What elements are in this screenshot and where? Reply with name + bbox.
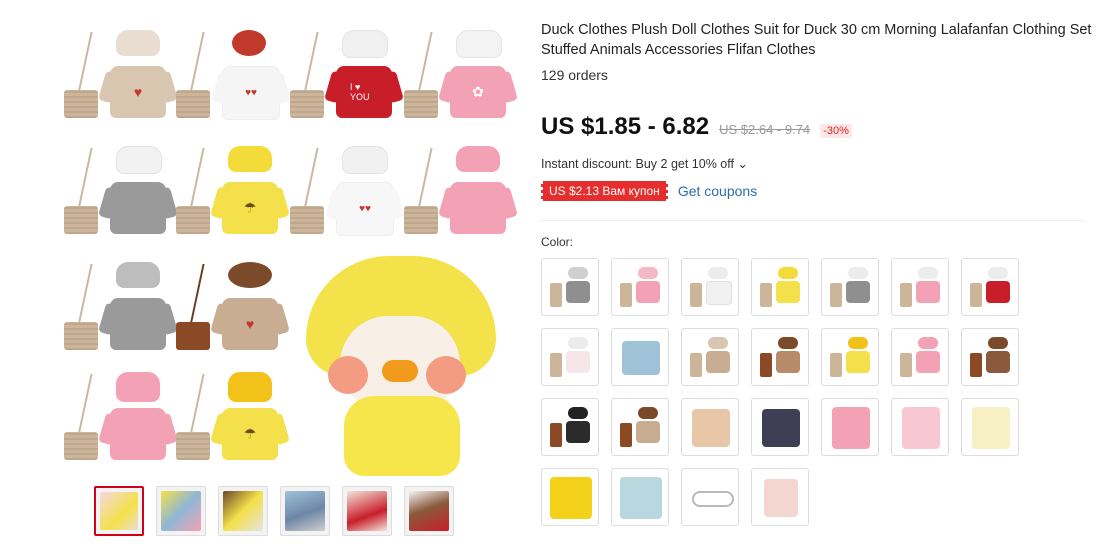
- color-swatch[interactable]: [961, 328, 1019, 386]
- outfit-sheep-red-sweater: I ♥ YOU: [286, 26, 394, 126]
- outfit-yellow-umbrella: ☂: [172, 142, 280, 242]
- main-product-image[interactable]: ♥ ♥♥ I ♥ YOU ✿ ☂ ♥♥ ♥ ☂: [40, 18, 510, 476]
- order-count: 129 orders: [541, 67, 608, 83]
- color-swatch[interactable]: [891, 398, 949, 456]
- discount-badge: -30%: [820, 124, 852, 138]
- outfit-gray-headband-gray: [60, 258, 168, 358]
- color-swatch[interactable]: [751, 258, 809, 316]
- color-swatch[interactable]: [681, 398, 739, 456]
- duck-plush-doll: [298, 256, 510, 476]
- thumbnail-5[interactable]: [342, 486, 392, 536]
- outfit-pink-bucket-hat: [60, 368, 168, 468]
- color-swatch[interactable]: [541, 398, 599, 456]
- color-swatch[interactable]: [821, 258, 879, 316]
- product-title: Duck Clothes Plush Doll Clothes Suit for…: [541, 22, 1092, 58]
- current-price: US $1.85 - 6.82: [541, 113, 710, 140]
- color-swatch[interactable]: [751, 468, 809, 526]
- price-row: US $1.85 - 6.82 US $2.64 - 9.74 -30%: [541, 113, 852, 141]
- color-swatch[interactable]: [541, 258, 599, 316]
- outfit-bunny-pink: [400, 142, 508, 242]
- thumbnail-4[interactable]: [280, 486, 330, 536]
- color-swatch[interactable]: [541, 328, 599, 386]
- outfit-bunny-gray-sweater: [60, 142, 168, 242]
- thumbnail-2[interactable]: [156, 486, 206, 536]
- coupon-badge[interactable]: US $2.13 Вам купон: [539, 181, 670, 201]
- color-label: Color:: [541, 235, 574, 249]
- original-price: US $2.64 - 9.74: [719, 122, 811, 137]
- color-swatch[interactable]: [751, 398, 809, 456]
- color-swatch[interactable]: [611, 468, 669, 526]
- color-swatch[interactable]: [751, 328, 809, 386]
- outfit-antler-brown: ♥: [172, 258, 280, 358]
- outfit-bear-headband-heart: ♥: [60, 26, 168, 126]
- color-swatch[interactable]: [681, 328, 739, 386]
- get-coupons-link[interactable]: Get coupons: [678, 183, 757, 199]
- outfit-sheep-pink-sweater: ✿: [400, 26, 508, 126]
- color-swatch[interactable]: [611, 398, 669, 456]
- outfit-bunny-white-sweater: ♥♥: [286, 142, 394, 242]
- coupon-row: US $2.13 Вам купон Get coupons: [539, 181, 757, 201]
- thumbnail-3[interactable]: [218, 486, 268, 536]
- color-swatch[interactable]: [961, 398, 1019, 456]
- thumbnail-1[interactable]: [94, 486, 144, 536]
- color-swatch[interactable]: [891, 328, 949, 386]
- color-swatch[interactable]: [541, 468, 599, 526]
- color-swatch[interactable]: [891, 258, 949, 316]
- color-swatch[interactable]: [961, 258, 1019, 316]
- color-swatch[interactable]: [821, 328, 879, 386]
- color-swatch[interactable]: [821, 398, 879, 456]
- thumbnail-strip: [94, 486, 454, 536]
- color-swatch[interactable]: [611, 328, 669, 386]
- color-swatch[interactable]: [681, 258, 739, 316]
- instant-discount-toggle[interactable]: Instant discount: Buy 2 get 10% off ⌄: [541, 156, 748, 171]
- color-swatch[interactable]: [681, 468, 739, 526]
- outfit-yellow-bucket-hat: ☂: [172, 368, 280, 468]
- color-swatch[interactable]: [611, 258, 669, 316]
- divider: [540, 220, 1085, 221]
- thumbnail-6[interactable]: [404, 486, 454, 536]
- outfit-mouse-ears-white: ♥♥: [172, 26, 280, 126]
- color-swatch-grid: [541, 258, 1019, 526]
